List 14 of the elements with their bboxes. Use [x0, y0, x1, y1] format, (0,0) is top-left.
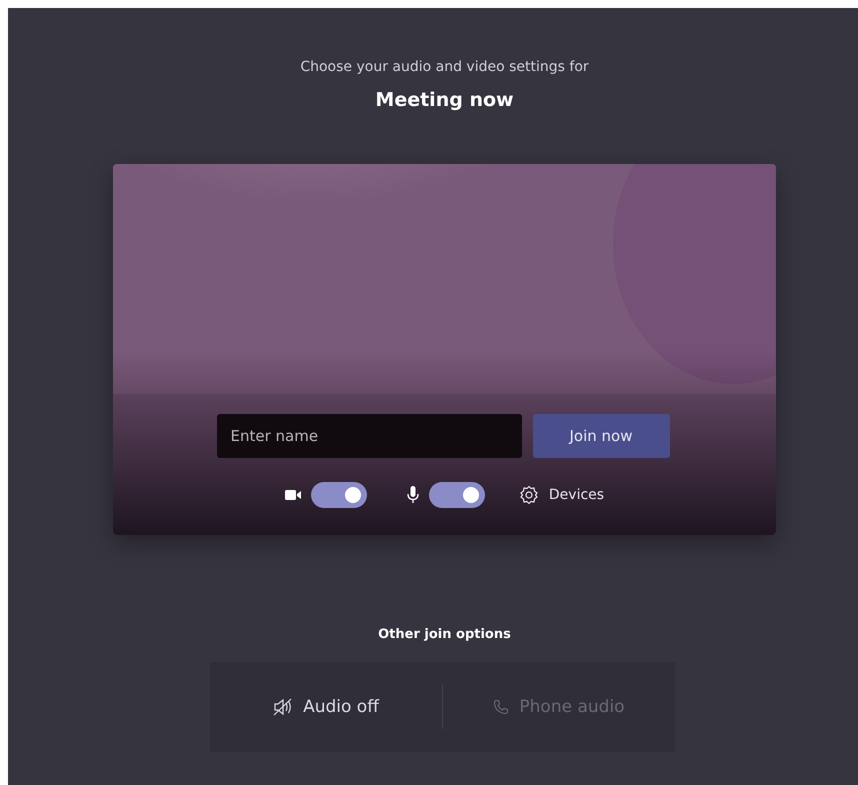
meeting-title: Meeting now: [375, 89, 514, 111]
join-button[interactable]: Join now: [532, 414, 670, 458]
microphone-icon: [406, 486, 419, 504]
settings-icon: [518, 485, 539, 505]
prompt-text: Choose your audio and video settings for: [300, 59, 589, 75]
toggle-switch[interactable]: [310, 482, 367, 508]
toggle-switch[interactable]: [428, 482, 485, 508]
name-field[interactable]: Enter name: [216, 414, 522, 458]
camera-icon: [284, 489, 301, 501]
phone-icon: [493, 699, 510, 715]
speaker-muted-icon: [273, 698, 294, 716]
other-options-heading: Other join options: [378, 627, 511, 642]
devices-button[interactable]: Devices: [518, 485, 604, 505]
join-option-button[interactable]: Audio off: [210, 662, 442, 752]
